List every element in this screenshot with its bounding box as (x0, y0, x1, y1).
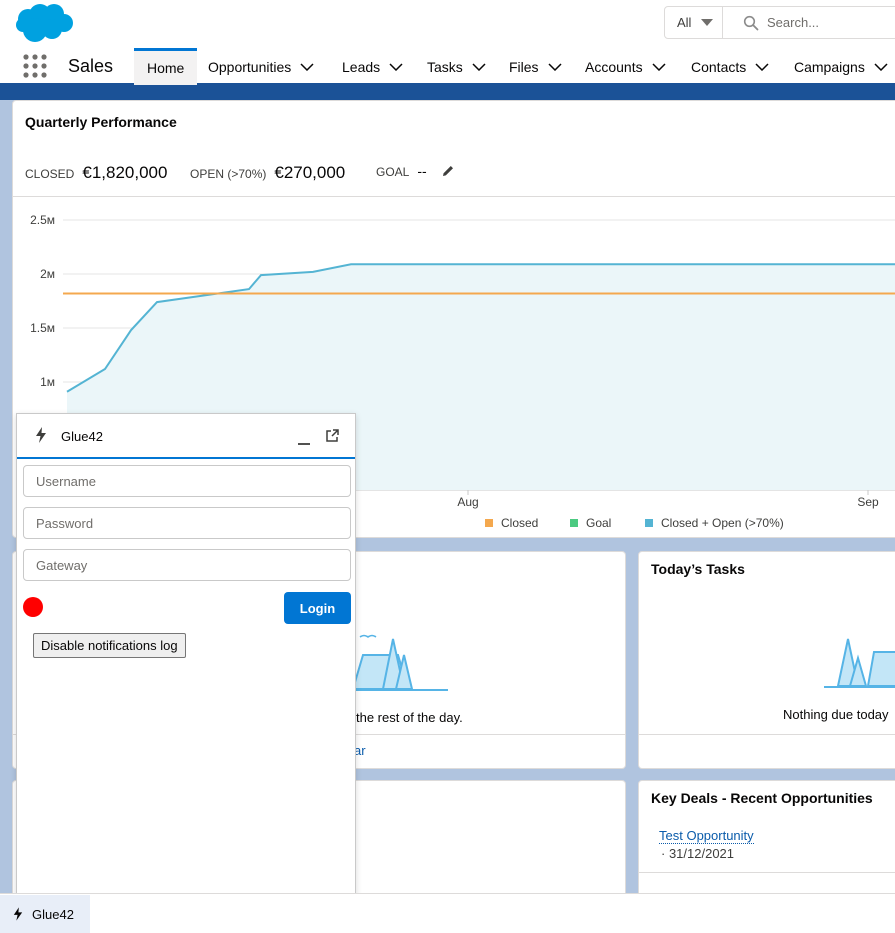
nav-tab-home[interactable]: Home (134, 48, 198, 85)
chevron-down-icon[interactable] (389, 62, 403, 71)
nav-tab-accounts[interactable]: Accounts (585, 48, 666, 85)
minimize-icon[interactable] (297, 432, 311, 446)
legend-label: Closed (501, 516, 538, 530)
y-tick-label: 2м (40, 267, 55, 281)
nav-tab-contacts[interactable]: Contacts (691, 48, 769, 85)
search-scope-label: All (677, 15, 692, 30)
nav-tab-label: Tasks (427, 58, 463, 75)
utility-bar: Glue42 (0, 893, 895, 933)
search-scope-select[interactable]: All (665, 7, 723, 38)
username-field[interactable] (23, 465, 351, 497)
card-title: Key Deals - Recent Opportunities (651, 790, 873, 806)
chevron-down-icon[interactable] (652, 62, 666, 71)
open-value: €270,000 (274, 163, 346, 182)
card-title: Today’s Tasks (651, 561, 745, 577)
caret-down-icon (701, 19, 714, 26)
nav-tab-label: Contacts (691, 58, 747, 75)
nav-tab-leads[interactable]: Leads (342, 48, 403, 85)
goal-label: GOAL (376, 165, 410, 179)
empty-state-message: Nothing due today (783, 707, 889, 722)
salesforce-logo[interactable] (14, 3, 76, 45)
nav-tab-opportunities[interactable]: Opportunities (208, 48, 314, 85)
goal-value: -- (417, 163, 427, 179)
nav-tab-label: Files (509, 58, 539, 75)
search-input[interactable] (767, 11, 895, 33)
closed-label: CLOSED (25, 167, 75, 181)
legend-label: Closed + Open (>70%) (661, 516, 784, 530)
chevron-down-icon[interactable] (874, 62, 888, 71)
closed-value: €1,820,000 (82, 163, 168, 182)
legend-swatch (570, 519, 578, 527)
disable-notifications-log-button[interactable]: Disable notifications log (33, 633, 186, 658)
nav-tab-label: Home (147, 60, 185, 76)
x-tick-label: Sep (857, 495, 879, 509)
nav-tab-label: Opportunities (208, 58, 292, 75)
app-launcher-icon[interactable] (22, 54, 48, 78)
empty-state-illustration (824, 638, 895, 688)
nav-tab-campaigns[interactable]: Campaigns (794, 48, 888, 85)
opportunity-close-date: · 31/12/2021 (661, 846, 735, 861)
empty-state-message: the rest of the day. (356, 710, 463, 725)
nav-tab-label: Campaigns (794, 58, 865, 75)
lightning-bolt-icon (13, 907, 23, 921)
open-stat: OPEN (>70%) €270,000 (190, 163, 345, 183)
connection-status-indicator (23, 597, 43, 617)
nav-tab-label: Leads (342, 58, 381, 75)
glue42-panel: Glue42 Login Disable notifications log (16, 413, 356, 903)
opportunity-link[interactable]: Test Opportunity (659, 828, 754, 844)
legend-label: Goal (586, 516, 611, 530)
y-tick-label: 1.5м (30, 321, 55, 335)
legend-swatch (485, 519, 493, 527)
divider (13, 196, 895, 197)
page-banner (0, 86, 895, 100)
chevron-down-icon[interactable] (755, 62, 769, 71)
card-footer-divider (639, 734, 895, 735)
lightning-bolt-icon (36, 427, 46, 443)
card-footer-divider (639, 872, 895, 873)
utility-item-label: Glue42 (32, 906, 74, 922)
nav-tab-label: Accounts (585, 58, 643, 75)
chevron-down-icon[interactable] (300, 62, 314, 71)
glue42-panel-title: Glue42 (61, 429, 103, 444)
y-tick-label: 1м (40, 375, 55, 389)
popout-icon[interactable] (325, 429, 339, 443)
utility-item-glue42[interactable]: Glue42 (0, 895, 90, 933)
nav-tab-files[interactable]: Files (509, 48, 562, 85)
glue42-panel-header: Glue42 (17, 414, 355, 459)
todays-tasks-card: Today’s Tasks Nothing due today (638, 551, 895, 769)
app-nav-bar: Sales Home Opportunities Leads Tasks Fil… (0, 46, 895, 86)
card-title: Quarterly Performance (25, 114, 177, 130)
login-button[interactable]: Login (284, 592, 351, 624)
global-search: All (664, 6, 895, 39)
chevron-down-icon[interactable] (548, 62, 562, 71)
goal-stat: GOAL -- (376, 163, 455, 179)
legend-swatch (645, 519, 653, 527)
search-icon (743, 15, 759, 31)
y-tick-label: 2.5м (30, 213, 55, 227)
open-label: OPEN (>70%) (190, 167, 267, 181)
gateway-field[interactable] (23, 549, 351, 581)
edit-goal-pencil-icon[interactable] (441, 164, 455, 178)
closed-stat: CLOSED €1,820,000 (25, 163, 167, 183)
x-tick-label: Aug (457, 495, 478, 509)
nav-tab-tasks[interactable]: Tasks (427, 48, 486, 85)
chevron-down-icon[interactable] (472, 62, 486, 71)
global-header: All (0, 0, 895, 46)
password-field[interactable] (23, 507, 351, 539)
app-name: Sales (68, 56, 114, 76)
